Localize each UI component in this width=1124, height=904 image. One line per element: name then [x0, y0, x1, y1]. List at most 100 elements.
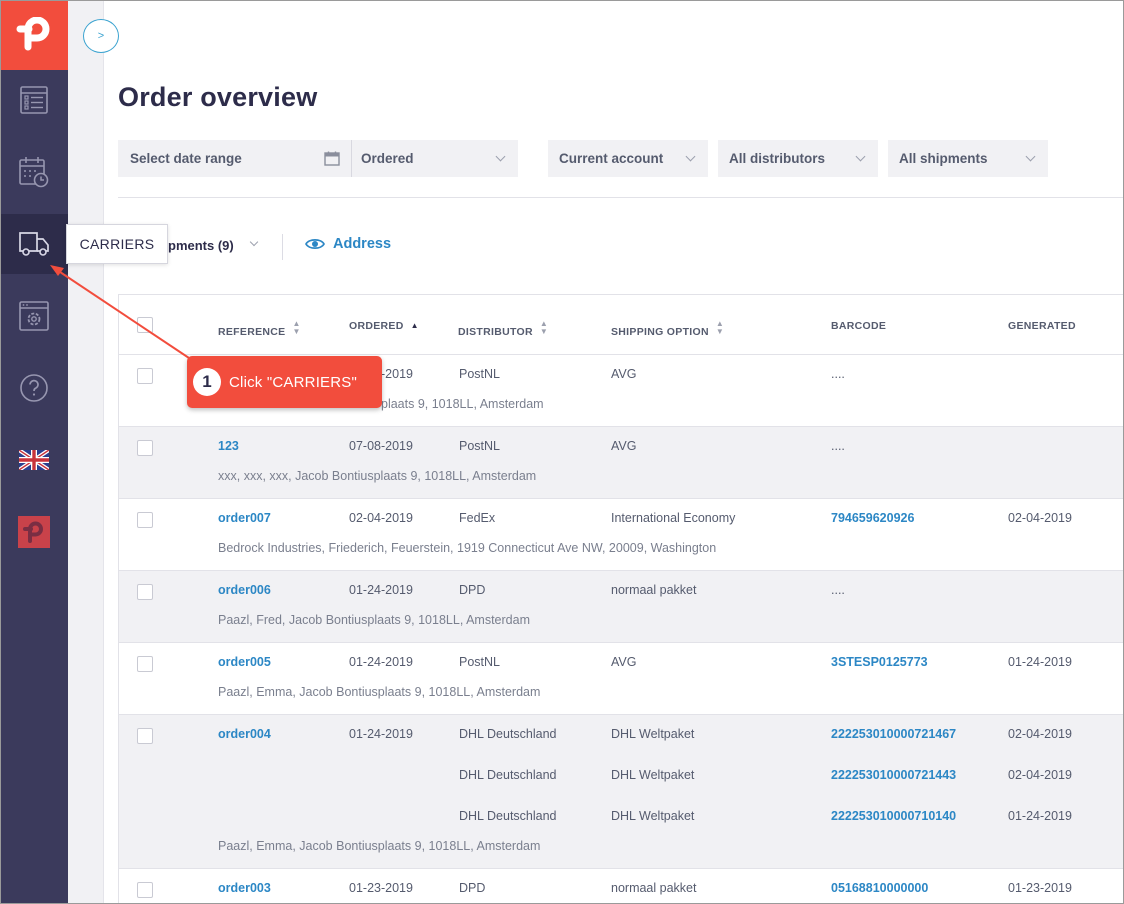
calendar-icon[interactable] — [324, 151, 340, 166]
ordered-date: 07-08-2019 — [349, 439, 413, 453]
sort-icon: ▲ ▼ — [292, 319, 301, 336]
sidebar-item-brand[interactable] — [0, 502, 68, 562]
address: xxx, xxx, xxx, Jacob Bontiusplaats 9, 10… — [218, 469, 537, 483]
table-row[interactable]: order004 01-24-2019 DHL Deutschland DHL … — [119, 715, 1124, 869]
ordered-date: 02-04-2019 — [349, 511, 413, 525]
address: Paazl, Fred, Jacob Bontiusplaats 9, 1018… — [218, 613, 530, 627]
sidebar-item-orders[interactable] — [0, 70, 68, 130]
shipments-dropdown[interactable]: pments (9) — [168, 238, 234, 253]
sidebar-item-carriers[interactable] — [0, 214, 68, 274]
table-row[interactable]: 123 07-08-2019 PostNL AVG .... xxx, xxx,… — [119, 427, 1124, 499]
sort-icon: ▲ ▼ — [715, 319, 725, 336]
table-row[interactable]: order003 01-23-2019 DPD normaal pakket 0… — [119, 869, 1124, 904]
chevron-down-icon — [495, 151, 506, 162]
row-checkbox[interactable] — [137, 440, 153, 456]
ordered-date: 01-24-2019 — [349, 655, 413, 669]
barcode-link[interactable]: 222253010000710140 — [831, 809, 956, 823]
reference-link[interactable]: order005 — [218, 655, 271, 669]
barcode: .... — [831, 367, 845, 381]
row-checkbox[interactable] — [137, 656, 153, 672]
calendar-clock-icon — [19, 157, 49, 188]
distributor: DHL Deutschland — [459, 768, 557, 782]
generated-date: 02-04-2019 — [1008, 768, 1072, 782]
row-checkbox[interactable] — [137, 584, 153, 600]
generated-date: 02-04-2019 — [1008, 511, 1072, 525]
reference-link[interactable]: 123 — [218, 439, 239, 453]
sidebar-item-help[interactable] — [0, 358, 68, 418]
settings-gear-icon — [19, 301, 49, 331]
distributor: PostNL — [459, 367, 500, 381]
barcode-link[interactable]: 222253010000721467 — [831, 727, 956, 741]
shipments-value: All shipments — [899, 151, 988, 166]
carriers-tooltip: CARRIERS — [66, 224, 168, 264]
address: Bedrock Industries, Friederich, Feuerste… — [218, 541, 717, 555]
shipping-option: DHL Weltpaket — [611, 727, 695, 741]
sort-ascending-icon: ▲ — [410, 321, 419, 330]
header-distributor[interactable]: DISTRIBUTOR▲ ▼ — [458, 319, 549, 339]
barcode: .... — [831, 583, 845, 597]
address: Paazl, Emma, Jacob Bontiusplaats 9, 1018… — [218, 839, 541, 853]
barcode-link[interactable]: 794659620926 — [831, 511, 914, 525]
sort-icon: ▲ ▼ — [539, 319, 549, 336]
distributor: DPD — [459, 881, 486, 895]
row-checkbox[interactable] — [137, 882, 153, 898]
row-checkbox[interactable] — [137, 728, 153, 744]
reference-link[interactable]: order007 — [218, 511, 271, 525]
table-row[interactable]: order007 02-04-2019 FedEx International … — [119, 499, 1124, 571]
toolbar-divider — [282, 234, 283, 260]
barcode-link[interactable]: 222253010000721443 — [831, 768, 956, 782]
chevron-down-icon — [855, 151, 866, 162]
shipping-option: normaal pakket — [611, 583, 697, 597]
orders-list-icon — [20, 86, 48, 114]
barcode-link[interactable]: 3STESP0125773 — [831, 655, 928, 669]
sidebar-item-settings[interactable] — [0, 286, 68, 346]
table-row[interactable]: order006 01-24-2019 DPD normaal pakket .… — [119, 571, 1124, 643]
distributor: DPD — [459, 583, 486, 597]
section-divider — [118, 197, 1124, 198]
row-checkbox[interactable] — [137, 512, 153, 528]
ordered-date: 01-23-2019 — [349, 881, 413, 895]
distributor: PostNL — [459, 439, 500, 453]
header-shipping-option[interactable]: SHIPPING OPTION▲ ▼ — [611, 319, 725, 339]
distributors-select[interactable]: All distributors — [718, 140, 878, 177]
distributor: PostNL — [459, 655, 500, 669]
address: Paazl, Emma, Jacob Bontiusplaats 9, 1018… — [218, 685, 541, 699]
reference-link[interactable]: order006 — [218, 583, 271, 597]
reference-link[interactable]: order004 — [218, 727, 271, 741]
sidebar — [0, 0, 68, 904]
date-type-select[interactable]: Ordered — [352, 140, 518, 177]
date-type-value: Ordered — [361, 151, 414, 166]
chevron-down-icon — [249, 237, 259, 247]
date-range-filter[interactable]: Select date range — [118, 140, 351, 177]
row-checkbox[interactable] — [137, 368, 153, 384]
header-ordered[interactable]: ORDERED ▲ — [349, 320, 419, 332]
ordered-date: 01-24-2019 — [349, 583, 413, 597]
sidebar-gutter — [68, 0, 104, 904]
distributors-value: All distributors — [729, 151, 826, 166]
sidebar-toggle-button[interactable]: > — [83, 19, 119, 53]
eye-icon — [305, 239, 325, 249]
truck-icon — [19, 232, 49, 256]
header-reference[interactable]: REFERENCE▲ ▼ — [218, 319, 301, 339]
paazl-logo-icon — [16, 17, 50, 51]
select-all-checkbox[interactable] — [137, 317, 153, 333]
chevron-down-icon — [1025, 151, 1036, 162]
address-toggle-button[interactable]: Address — [305, 236, 391, 252]
account-select[interactable]: Current account — [548, 140, 708, 177]
shipments-select[interactable]: All shipments — [888, 140, 1048, 177]
sidebar-item-calendar[interactable] — [0, 142, 68, 202]
paazl-logo-icon — [18, 516, 50, 548]
address-label: Address — [333, 236, 392, 252]
barcode: .... — [831, 439, 845, 453]
help-question-icon — [20, 374, 48, 402]
table-row[interactable]: order005 01-24-2019 PostNL AVG 3STESP012… — [119, 643, 1124, 715]
barcode-link[interactable]: 05168810000000 — [831, 881, 928, 895]
shipping-option: AVG — [611, 655, 637, 669]
generated-date: 01-24-2019 — [1008, 809, 1072, 823]
chevron-down-icon — [685, 151, 696, 162]
paazl-logo[interactable] — [0, 0, 68, 70]
sidebar-item-language[interactable] — [0, 430, 68, 490]
date-range-label: Select date range — [130, 151, 242, 166]
reference-link[interactable]: order003 — [218, 881, 271, 895]
account-value: Current account — [559, 151, 664, 166]
